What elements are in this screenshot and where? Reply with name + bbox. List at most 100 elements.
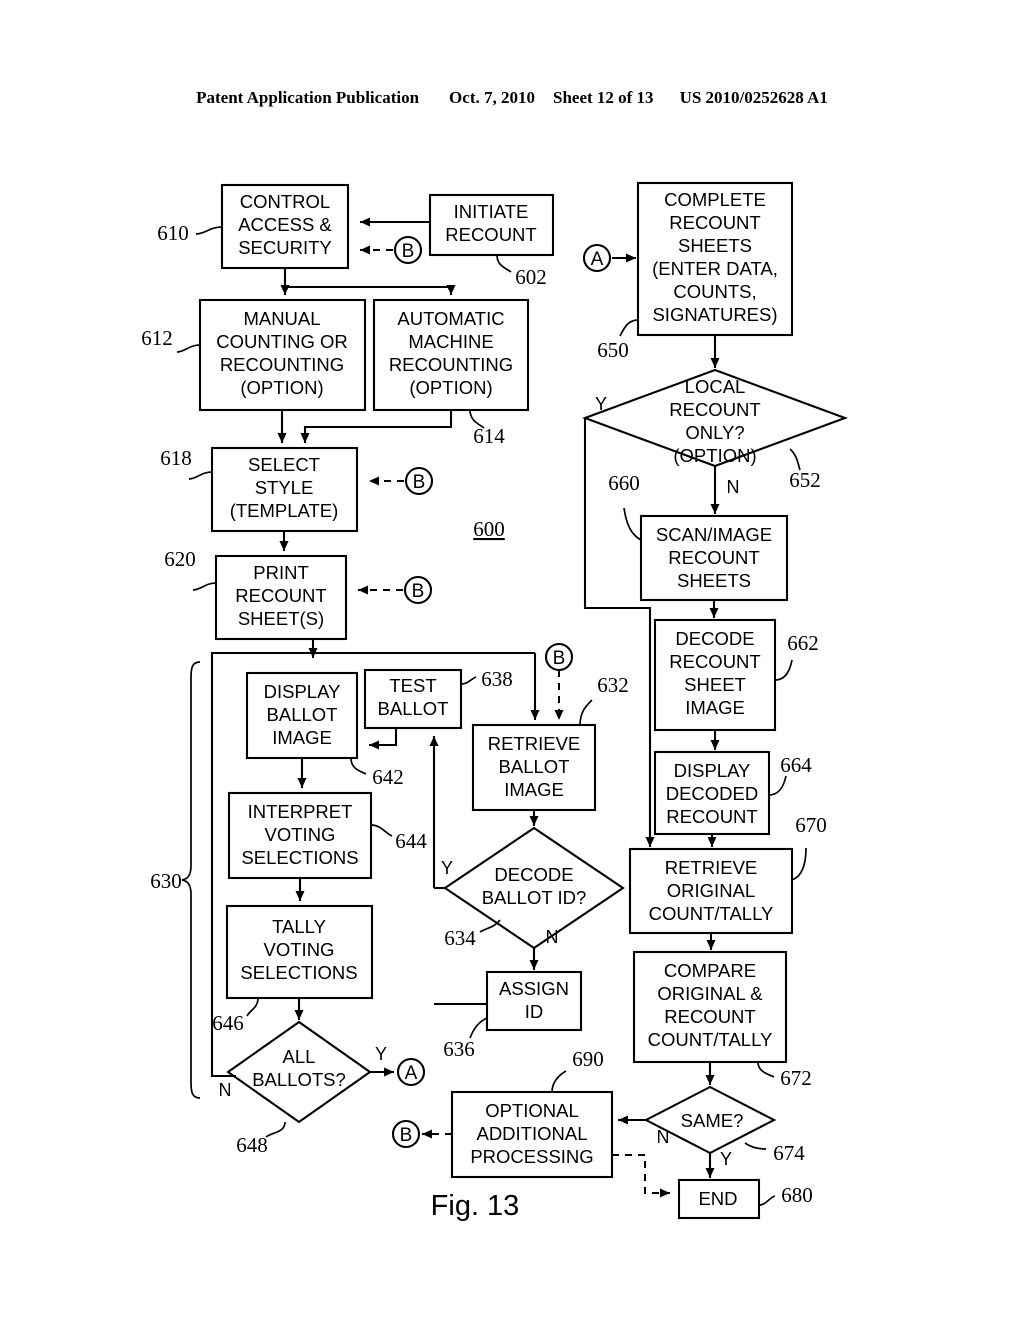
ref-632: 632 (597, 673, 629, 697)
node-650-line-0: COMPLETE (664, 189, 766, 210)
node-632-line-1: BALLOT (499, 756, 570, 777)
ref-614: 614 (473, 424, 505, 448)
node-674-line-0: SAME? (681, 1110, 744, 1131)
node-646-line-0: TALLY (272, 916, 326, 937)
node-672-line-0: COMPARE (664, 960, 756, 981)
node-650-line-2: SHEETS (678, 235, 752, 256)
node-612-line-1: COUNTING OR (216, 331, 348, 352)
node-610-line-0: CONTROL (240, 191, 330, 212)
connector-b-to-620: B (403, 575, 433, 605)
node-680-line-0: END (698, 1188, 737, 1209)
node-690-line-1: ADDITIONAL (476, 1123, 587, 1144)
node-automatic-machine-recounting: AUTOMATIC MACHINE RECOUNTING (OPTION) (372, 298, 530, 412)
node-632-line-0: RETRIEVE (488, 733, 581, 754)
node-670-line-1: ORIGINAL (667, 880, 755, 901)
node-634-line-1: BALLOT ID? (482, 887, 587, 908)
node-compare-original-recount: COMPARE ORIGINAL & RECOUNT COUNT/TALLY (632, 950, 788, 1064)
node-614-line-1: MACHINE (408, 331, 493, 352)
label-648-yes: Y (375, 1044, 387, 1064)
node-644-line-2: SELECTIONS (241, 847, 358, 868)
node-602-line-1: RECOUNT (445, 224, 536, 245)
node-620-line-2: SHEET(S) (238, 608, 324, 629)
ref-660: 660 (608, 471, 640, 495)
node-650-line-5: SIGNATURES) (652, 304, 777, 325)
node-648-line-0: ALL (283, 1046, 316, 1067)
ref-674: 674 (773, 1141, 805, 1165)
node-614-line-0: AUTOMATIC (397, 308, 504, 329)
figure-reference-600: 600 (473, 517, 505, 541)
ref-652: 652 (789, 468, 821, 492)
node-650-line-3: (ENTER DATA, (652, 258, 778, 279)
node-manual-counting: MANUAL COUNTING OR RECOUNTING (OPTION) (198, 298, 367, 412)
connector-b2-label: B (413, 472, 426, 493)
node-retrieve-original-count-tally: RETRIEVE ORIGINAL COUNT/TALLY (628, 847, 794, 935)
ref-612: 612 (141, 326, 173, 350)
flowchart-diagram: CONTROL ACCESS & SECURITY 610 INITIATE R… (141, 181, 849, 1222)
ref-634: 634 (444, 926, 476, 950)
node-control-access-security: CONTROL ACCESS & SECURITY (220, 183, 350, 270)
node-end: END (677, 1178, 761, 1220)
node-display-decoded-recount: DISPLAY DECODED RECOUNT (653, 750, 771, 836)
node-664-line-0: DISPLAY (674, 760, 751, 781)
ref-644: 644 (395, 829, 427, 853)
label-674-yes: Y (720, 1149, 732, 1169)
label-674-no: N (657, 1127, 670, 1147)
node-662-line-3: IMAGE (685, 697, 745, 718)
node-642-line-0: DISPLAY (264, 681, 341, 702)
node-local-recount-only-decision: LOCAL RECOUNT ONLY? (OPTION) (581, 368, 849, 468)
node-634-line-0: DECODE (494, 864, 573, 885)
node-614-line-2: RECOUNTING (389, 354, 513, 375)
node-670-line-0: RETRIEVE (665, 857, 758, 878)
node-642-line-1: BALLOT (267, 704, 338, 725)
ref-638: 638 (481, 667, 513, 691)
node-scan-image-recount-sheets: SCAN/IMAGE RECOUNT SHEETS (639, 514, 789, 602)
ref-670: 670 (795, 813, 827, 837)
connector-a-from-648: A (396, 1057, 426, 1087)
node-662-line-2: SHEET (684, 674, 746, 695)
node-642-line-2: IMAGE (272, 727, 332, 748)
ref-646: 646 (212, 1011, 244, 1035)
label-648-no: N (219, 1080, 232, 1100)
ref-672: 672 (780, 1066, 812, 1090)
node-660-line-0: SCAN/IMAGE (656, 524, 772, 545)
node-614-line-3: (OPTION) (409, 377, 492, 398)
node-650-line-1: RECOUNT (669, 212, 760, 233)
node-initiate-recount: INITIATE RECOUNT (428, 193, 555, 257)
connector-b-to-610: B (393, 235, 423, 265)
label-652-no: N (727, 477, 740, 497)
connector-b-from-690: B (391, 1119, 421, 1149)
node-632-line-2: IMAGE (504, 779, 564, 800)
node-602-line-0: INITIATE (454, 201, 529, 222)
node-648-line-1: BALLOTS? (252, 1069, 346, 1090)
ref-610: 610 (157, 221, 189, 245)
node-660-line-2: SHEETS (677, 570, 751, 591)
node-interpret-voting-selections: INTERPRET VOTING SELECTIONS (227, 791, 373, 880)
node-652-line-0: LOCAL (685, 376, 746, 397)
connector-a2-label: A (591, 249, 604, 270)
ref-642: 642 (372, 765, 404, 789)
node-620-line-0: PRINT (253, 562, 309, 583)
figure-label: Fig. 13 (431, 1190, 520, 1222)
label-634-yes: Y (441, 858, 453, 878)
node-652-line-2: ONLY? (685, 422, 744, 443)
node-638-line-1: BALLOT (378, 698, 449, 719)
node-636-line-1: ID (525, 1001, 544, 1022)
node-assign-id: ASSIGN ID (485, 970, 583, 1032)
label-634-no: N (546, 927, 559, 947)
node-690-line-2: PROCESSING (470, 1146, 593, 1167)
ref-630: 630 (150, 869, 182, 893)
node-618-line-2: (TEMPLATE) (230, 500, 339, 521)
node-662-line-1: RECOUNT (669, 651, 760, 672)
ref-690: 690 (572, 1047, 604, 1071)
ref-664: 664 (780, 753, 812, 777)
ref-650: 650 (597, 338, 629, 362)
node-tally-voting-selections: TALLY VOTING SELECTIONS (225, 904, 374, 1000)
node-646-line-2: SELECTIONS (240, 962, 357, 983)
node-610-line-1: ACCESS & (238, 214, 332, 235)
node-652-line-3: (OPTION) (673, 445, 756, 466)
node-664-line-1: DECODED (666, 783, 759, 804)
ref-662: 662 (787, 631, 819, 655)
node-decode-recount-sheet-image: DECODE RECOUNT SHEET IMAGE (653, 618, 777, 732)
connector-b3-label: B (412, 581, 425, 602)
node-638-line-0: TEST (389, 675, 436, 696)
